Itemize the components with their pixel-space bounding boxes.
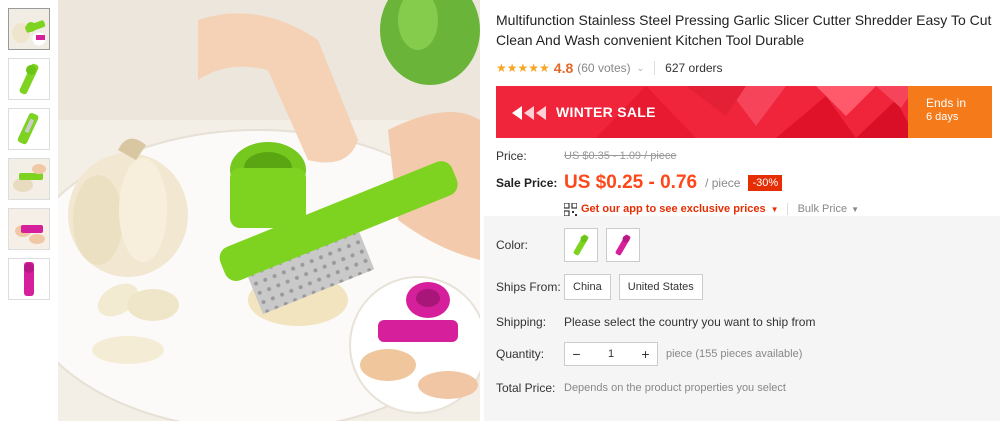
orders-count: 627 orders <box>665 61 723 75</box>
shipping-label: Shipping: <box>496 315 547 329</box>
total-price-row: Total Price: Depends on the product prop… <box>496 380 1000 396</box>
rating-value: 4.8 <box>553 60 574 76</box>
sale-price: US $0.25 - 0.76 <box>564 172 698 193</box>
quantity-input[interactable] <box>588 348 634 360</box>
color-option-green[interactable] <box>564 228 598 262</box>
ships-from-label: Ships From: <box>496 280 561 294</box>
shipping-row: Shipping: Please select the country you … <box>496 314 1000 330</box>
countdown-box: Ends in 6 days <box>908 86 992 138</box>
winter-sale-banner: WINTER SALE Ends in 6 days <box>496 86 992 138</box>
total-price-text: Depends on the product properties you se… <box>564 382 786 394</box>
sale-price-row: Sale Price: US $0.25 - 0.76 / piece -30% <box>496 170 996 196</box>
banner-title: WINTER SALE <box>556 104 656 120</box>
original-price: US $0.35 - 1.09 / piece <box>564 150 677 162</box>
sale-price-label: Sale Price: <box>496 176 558 190</box>
thumbnail-6[interactable] <box>8 258 50 300</box>
votes-count[interactable]: (60 votes) <box>577 61 630 75</box>
thumbnail-2[interactable] <box>8 58 50 100</box>
caret-down-icon[interactable]: ▼ <box>771 205 779 214</box>
divider <box>654 61 656 75</box>
plus-icon[interactable]: + <box>634 343 657 365</box>
color-row: Color: <box>496 228 1000 262</box>
product-info: Multifunction Stainless Steel Pressing G… <box>496 10 996 218</box>
app-promo-link[interactable]: Get our app to see exclusive prices <box>581 203 766 215</box>
main-product-image <box>58 0 480 421</box>
qr-code-icon <box>564 202 577 216</box>
ends-days: 6 days <box>926 111 959 123</box>
caret-down-icon: ▼ <box>851 205 860 214</box>
ships-from-row: Ships From: China United States <box>496 274 1000 300</box>
product-title: Multifunction Stainless Steel Pressing G… <box>496 12 992 48</box>
ship-option-china[interactable]: China <box>564 274 611 300</box>
price-label: Price: <box>496 149 527 163</box>
thumbnail-1[interactable] <box>8 8 50 50</box>
thumbnail-list <box>8 8 50 308</box>
ship-option-united-states[interactable]: United States <box>618 274 703 300</box>
sale-arrows-icon <box>512 106 546 120</box>
star-rating-icon: ★★★★★ <box>496 61 550 75</box>
color-option-magenta[interactable] <box>606 228 640 262</box>
chevron-down-icon[interactable]: ⌄ <box>637 63 645 74</box>
rating-row: ★★★★★ 4.8 (60 votes) ⌄ 627 orders <box>496 60 996 76</box>
per-unit: / piece <box>705 176 741 190</box>
bulk-price-link[interactable]: Bulk Price ▼ <box>786 203 860 215</box>
discount-badge: -30% <box>748 175 783 191</box>
quantity-note: piece (155 pieces available) <box>666 348 803 360</box>
magenta-press-thumb <box>615 234 631 256</box>
green-press-thumb <box>573 234 589 256</box>
quantity-stepper: − + <box>564 342 658 366</box>
original-price-row: Price: US $0.35 - 1.09 / piece <box>496 148 996 164</box>
bulk-price-label: Bulk Price <box>797 203 848 215</box>
total-price-label: Total Price: <box>496 381 556 395</box>
quantity-label: Quantity: <box>496 347 545 361</box>
thumbnail-3[interactable] <box>8 108 50 150</box>
color-label: Color: <box>496 238 529 252</box>
minus-icon[interactable]: − <box>565 343 588 365</box>
product-options: Color: Ships From: China United States S… <box>484 216 1000 421</box>
thumbnail-5[interactable] <box>8 208 50 250</box>
thumbnail-4[interactable] <box>8 158 50 200</box>
shipping-text: Please select the country you want to sh… <box>564 315 816 329</box>
ends-in-label: Ends in <box>926 96 967 110</box>
quantity-row: Quantity: − + piece (155 pieces availabl… <box>496 342 1000 366</box>
